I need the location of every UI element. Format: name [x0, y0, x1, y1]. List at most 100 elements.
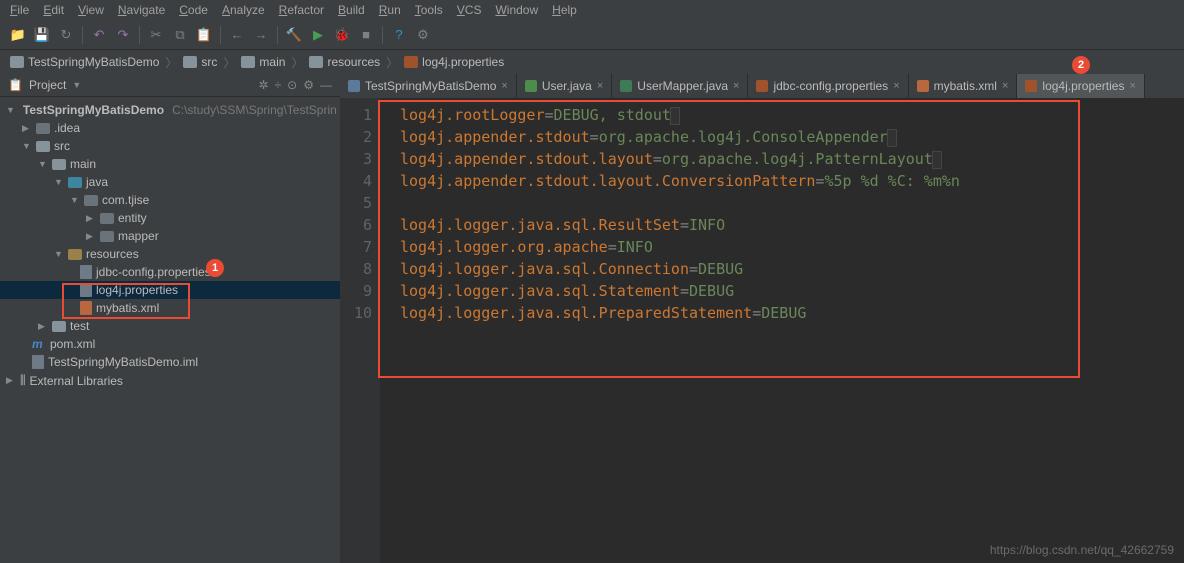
close-icon[interactable]: × [1002, 80, 1008, 92]
prop-value: DEBUG, stdout [554, 106, 671, 124]
root-label: TestSpringMyBatisDemo [23, 103, 164, 117]
tree-src[interactable]: ▼src [0, 137, 340, 155]
code-view[interactable]: log4j.rootLogger = DEBUG, stdout log4j.appe… [380, 98, 1184, 563]
prop-value: %5p %d %C: %m%n [824, 172, 959, 190]
equals: = [752, 304, 761, 322]
menu-view[interactable]: View [78, 3, 104, 17]
prop-value: DEBUG [761, 304, 806, 322]
help-icon[interactable]: ? [391, 27, 407, 43]
menu-code[interactable]: Code [179, 3, 208, 17]
file-icon [32, 355, 44, 369]
breadcrumb-item[interactable]: resources [309, 55, 380, 69]
menu-refactor[interactable]: Refactor [279, 3, 324, 17]
hide-icon[interactable]: ⚙ [303, 78, 314, 92]
close-icon[interactable]: × [893, 80, 899, 92]
tree-test[interactable]: ▶test [0, 317, 340, 335]
maven-icon: m [32, 337, 46, 351]
tree-jdbc[interactable]: jdbc-config.properties [0, 263, 340, 281]
line-number: 7 [340, 236, 372, 258]
breadcrumb-item[interactable]: log4j.properties [404, 55, 504, 69]
menu-vcs[interactable]: VCS [457, 3, 482, 17]
tab-usermapper-java[interactable]: UserMapper.java× [612, 74, 748, 98]
menu-run[interactable]: Run [379, 3, 401, 17]
save-icon[interactable]: 💾 [34, 27, 50, 43]
tree-root[interactable]: ▼ TestSpringMyBatisDemo C:\study\SSM\Spr… [0, 101, 340, 119]
menu-edit[interactable]: Edit [43, 3, 64, 17]
tree-pkg[interactable]: ▼com.tjise [0, 191, 340, 209]
prop-value: INFO [617, 238, 653, 256]
breadcrumb-label: TestSpringMyBatisDemo [28, 55, 159, 69]
build-icon[interactable]: 🔨 [286, 27, 302, 43]
prop-key: log4j.logger.org.apache [400, 238, 608, 256]
separator [139, 26, 140, 44]
tab-user-java[interactable]: User.java× [517, 74, 612, 98]
breadcrumb-item[interactable]: main [241, 55, 285, 69]
tree-log4j[interactable]: log4j.properties [0, 281, 340, 299]
tab-mybatis-xml[interactable]: mybatis.xml× [909, 74, 1018, 98]
run-icon[interactable]: ▶ [310, 27, 326, 43]
menu-analyze[interactable]: Analyze [222, 3, 265, 17]
breadcrumb-label: log4j.properties [422, 55, 504, 69]
file-type-icon [348, 80, 360, 92]
tree-resources[interactable]: ▼resources [0, 245, 340, 263]
menu-help[interactable]: Help [552, 3, 577, 17]
tree-mapper[interactable]: ▶mapper [0, 227, 340, 245]
close-icon[interactable]: × [1129, 80, 1135, 92]
menu-tools[interactable]: Tools [415, 3, 443, 17]
prop-key: log4j.logger.java.sql.Connection [400, 260, 689, 278]
prop-key: log4j.appender.stdout.layout.ConversionP… [400, 172, 815, 190]
breadcrumb-sep: 〉 [165, 54, 177, 71]
close-icon[interactable]: × [501, 80, 507, 92]
settings-icon[interactable]: ⚙ [415, 27, 431, 43]
close-icon[interactable]: × [597, 80, 603, 92]
package-icon [100, 213, 114, 224]
paste-icon[interactable]: 📋 [196, 27, 212, 43]
folder-icon [36, 123, 50, 134]
menu-file[interactable]: File [10, 3, 29, 17]
collapse-icon[interactable]: ÷ [275, 78, 282, 92]
refresh-icon[interactable]: ↻ [58, 27, 74, 43]
min-icon[interactable]: — [320, 78, 332, 92]
tree-pom[interactable]: mpom.xml [0, 335, 340, 353]
tree-ext[interactable]: ▶⫼External Libraries [0, 371, 340, 390]
tab-label: log4j.properties [1042, 79, 1124, 93]
chevron-down-icon[interactable]: ▼ [72, 80, 81, 90]
forward-icon[interactable]: → [253, 27, 269, 43]
tree-idea[interactable]: ▶.idea [0, 119, 340, 137]
copy-icon[interactable]: ⧉ [172, 27, 188, 43]
tree-iml[interactable]: TestSpringMyBatisDemo.iml [0, 353, 340, 371]
menu-navigate[interactable]: Navigate [118, 3, 165, 17]
folder-icon [183, 56, 197, 68]
menu-build[interactable]: Build [338, 3, 365, 17]
locate-icon[interactable]: ⊙ [287, 78, 297, 92]
tab-testspringmybatisdemo[interactable]: TestSpringMyBatisDemo× [340, 74, 517, 98]
open-icon[interactable]: 📁 [10, 27, 26, 43]
redo-icon[interactable]: ↷ [115, 27, 131, 43]
line-number: 8 [340, 258, 372, 280]
cut-icon[interactable]: ✂ [148, 27, 164, 43]
tab-log4j-properties[interactable]: log4j.properties × [1017, 74, 1145, 98]
tree-main[interactable]: ▼main [0, 155, 340, 173]
close-icon[interactable]: × [733, 80, 739, 92]
prop-key: log4j.rootLogger [400, 106, 545, 124]
menu-window[interactable]: Window [495, 3, 538, 17]
tab-jdbc-config-properties[interactable]: jdbc-config.properties× [748, 74, 908, 98]
back-icon[interactable]: ← [229, 27, 245, 43]
src-folder-icon [68, 177, 82, 188]
breadcrumb-item[interactable]: TestSpringMyBatisDemo [10, 55, 159, 69]
stop-icon[interactable]: ■ [358, 27, 374, 43]
debug-icon[interactable]: 🐞 [334, 27, 350, 43]
chevron-down-icon: ▼ [6, 105, 15, 115]
file-type-icon [620, 80, 632, 92]
annotation-callout-2: 2 [1072, 56, 1090, 74]
tree-java[interactable]: ▼java [0, 173, 340, 191]
equals: = [608, 238, 617, 256]
tree-mybatis[interactable]: mybatis.xml [0, 299, 340, 317]
xml-file-icon [80, 301, 92, 315]
undo-icon[interactable]: ↶ [91, 27, 107, 43]
tree-entity[interactable]: ▶entity [0, 209, 340, 227]
breadcrumb-item[interactable]: src [183, 55, 217, 69]
gear-icon[interactable]: ✲ [259, 78, 269, 92]
code-line: log4j.logger.org.apache=INFO [400, 236, 1184, 258]
menu-bar: File Edit View Navigate Code Analyze Refactor B… [0, 0, 1184, 20]
